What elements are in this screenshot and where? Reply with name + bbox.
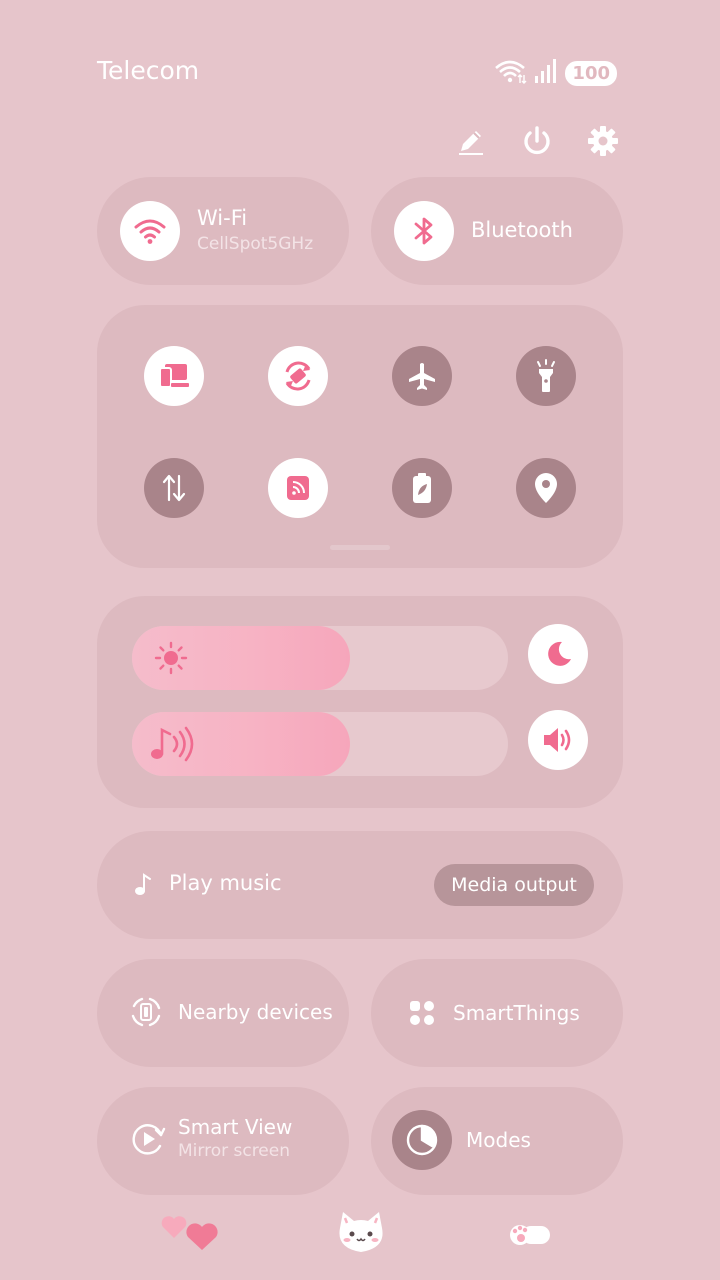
mobile-data-icon[interactable] — [144, 458, 204, 518]
smartthings-tile[interactable]: SmartThings — [371, 959, 623, 1067]
nearby-devices-label: Nearby devices — [178, 1000, 333, 1024]
settings-icon[interactable] — [583, 121, 623, 161]
nfc-icon[interactable] — [268, 458, 328, 518]
bluetooth-icon[interactable] — [394, 201, 454, 261]
wifi-network: CellSpot5GHz — [197, 234, 314, 254]
auto-rotate-icon[interactable] — [268, 346, 328, 406]
screen-mirror-icon[interactable] — [144, 346, 204, 406]
smartthings-icon — [408, 999, 436, 1031]
power-saving-icon[interactable] — [392, 458, 452, 518]
edit-icon[interactable] — [451, 121, 491, 161]
status-icons: 100 — [493, 58, 617, 88]
quick-toggles-panel — [97, 305, 623, 568]
battery-icon: 100 — [565, 60, 617, 86]
sliders-panel — [97, 596, 623, 808]
page-indicator — [330, 545, 390, 550]
speaker-icon[interactable] — [528, 710, 588, 770]
signal-icon — [533, 58, 559, 88]
cat-face-sticker — [334, 1208, 388, 1260]
music-note-icon — [148, 724, 196, 768]
wifi-toggle-icon[interactable] — [120, 201, 180, 261]
modes-tile[interactable]: Modes — [371, 1087, 623, 1195]
modes-label: Modes — [466, 1128, 531, 1152]
smart-view-sub: Mirror screen — [178, 1141, 291, 1161]
nearby-devices-tile[interactable]: Nearby devices — [97, 959, 349, 1067]
sun-icon — [154, 641, 188, 679]
modes-icon[interactable] — [392, 1110, 452, 1170]
smart-view-tile[interactable]: Smart View Mirror screen — [97, 1087, 349, 1195]
brightness-slider[interactable] — [132, 626, 508, 690]
flashlight-icon[interactable] — [516, 346, 576, 406]
music-note-small-icon — [133, 872, 155, 902]
wifi-tile[interactable]: Wi-Fi CellSpot5GHz — [97, 177, 349, 285]
bluetooth-tile[interactable]: Bluetooth — [371, 177, 623, 285]
moon-icon[interactable] — [528, 624, 588, 684]
power-icon[interactable] — [517, 121, 557, 161]
play-music-label: Play music — [169, 871, 282, 895]
wifi-label: Wi-Fi — [197, 206, 248, 230]
carrier-name: Telecom — [97, 56, 200, 85]
bluetooth-label: Bluetooth — [471, 218, 573, 242]
paw-sticker — [508, 1219, 552, 1255]
volume-slider[interactable] — [132, 712, 508, 776]
media-tile[interactable]: Play music Media output — [97, 831, 623, 939]
nearby-devices-icon — [128, 994, 164, 1034]
hearts-sticker — [158, 1210, 222, 1258]
media-output-button[interactable]: Media output — [434, 864, 594, 906]
airplane-icon[interactable] — [392, 346, 452, 406]
wifi-icon — [493, 58, 527, 88]
smartthings-label: SmartThings — [453, 1001, 580, 1025]
smart-view-label: Smart View — [178, 1115, 293, 1139]
smart-view-icon — [130, 1121, 166, 1161]
location-icon[interactable] — [516, 458, 576, 518]
